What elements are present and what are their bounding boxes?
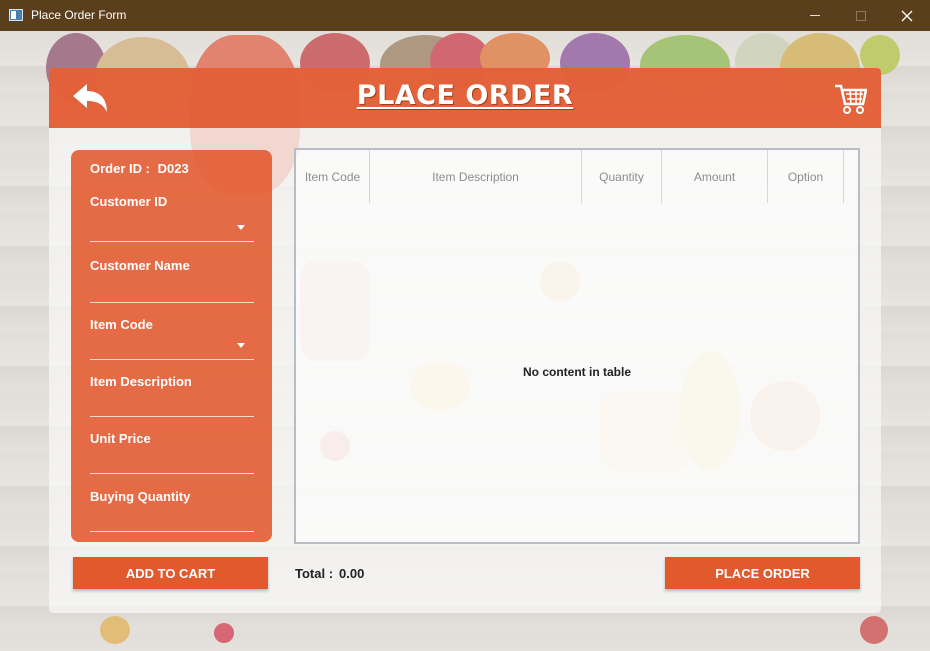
minimize-button[interactable] — [792, 0, 838, 31]
customer-id-dropdown[interactable] — [90, 218, 254, 240]
item-code-dropdown[interactable] — [90, 336, 254, 358]
column-header-amount[interactable]: Amount — [662, 150, 768, 203]
column-header-quantity[interactable]: Quantity — [582, 150, 662, 203]
order-id-label: Order ID : — [90, 161, 150, 176]
cart-table[interactable]: Item Code Item Description Quantity Amou… — [294, 148, 860, 544]
item-code-label: Item Code — [90, 317, 153, 332]
unit-price-label: Unit Price — [90, 431, 151, 446]
header-bar: PLACE ORDER — [49, 68, 881, 128]
app-icon — [9, 9, 23, 21]
minimize-icon — [810, 15, 820, 16]
customer-id-underline — [90, 241, 254, 242]
buying-quantity-underline — [90, 531, 254, 532]
total-label: Total : — [295, 566, 334, 581]
place-order-button[interactable]: PLACE ORDER — [665, 557, 860, 589]
order-id: Order ID : D023 — [90, 161, 189, 176]
close-button[interactable] — [884, 0, 930, 31]
table-empty-message: No content in table — [523, 365, 631, 379]
shopping-cart-icon[interactable] — [833, 80, 867, 116]
buying-quantity-field[interactable] — [90, 509, 254, 531]
unit-price-underline — [90, 473, 254, 474]
window-titlebar: Place Order Form — [0, 0, 930, 31]
maximize-icon — [856, 10, 866, 21]
column-header-item-code[interactable]: Item Code — [296, 150, 370, 203]
buying-quantity-label: Buying Quantity — [90, 489, 191, 504]
maximize-button[interactable] — [838, 0, 884, 31]
item-code-chevron-down-icon[interactable] — [237, 343, 245, 348]
close-icon — [901, 10, 913, 21]
customer-name-underline — [90, 302, 254, 303]
customer-id-chevron-down-icon[interactable] — [237, 225, 245, 230]
customer-name-field[interactable] — [90, 280, 254, 302]
item-description-underline — [90, 416, 254, 417]
total-value: 0.00 — [339, 566, 365, 581]
column-header-item-description[interactable]: Item Description — [370, 150, 582, 203]
unit-price-field[interactable] — [90, 451, 254, 473]
order-id-value: D023 — [157, 161, 189, 176]
order-total: Total : 0.00 — [295, 566, 364, 581]
order-form-panel: Order ID : D023 Customer ID Customer Nam… — [71, 150, 272, 542]
table-header: Item Code Item Description Quantity Amou… — [296, 150, 858, 203]
page-title: PLACE ORDER — [356, 80, 574, 111]
item-description-field[interactable] — [90, 394, 254, 416]
item-code-underline — [90, 359, 254, 360]
customer-id-label: Customer ID — [90, 194, 168, 209]
window-title: Place Order Form — [31, 8, 127, 22]
customer-name-label: Customer Name — [90, 258, 190, 273]
item-description-label: Item Description — [90, 374, 192, 389]
add-to-cart-button[interactable]: ADD TO CART — [73, 557, 268, 589]
column-header-option[interactable]: Option — [768, 150, 844, 203]
